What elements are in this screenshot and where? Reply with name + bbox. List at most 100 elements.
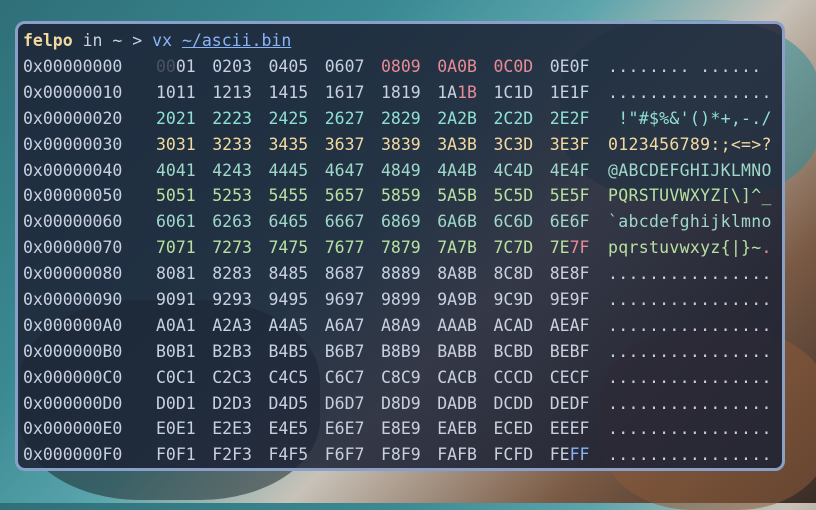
offset-address: 0x000000F0 <box>23 445 123 465</box>
hex-word: C8C9 <box>381 367 421 387</box>
hex-word: 4E4F <box>549 160 590 180</box>
offset-address: 0x00000060 <box>23 212 123 232</box>
prompt-command: vx <box>152 31 173 50</box>
hex-row: 0x00000030 3031 3233 3435 3637 3839 3A3B 3C3D 3E… <box>23 132 777 158</box>
file-path-link[interactable]: ~/ascii.bin <box>182 31 291 50</box>
terminal-window[interactable]: felpo in ~ > vx ~/ascii.bin 0x00000000 00… <box>15 21 785 471</box>
hex-bytes: 4041 4243 4445 4647 4849 4A4B 4C4D 4E4F <box>156 158 606 184</box>
hex-bytes: 3031 3233 3435 3637 3839 3A3B 3C3D 3E3F <box>156 132 606 158</box>
hex-word: B8B9 <box>381 341 421 361</box>
hex-bytes: 1011 1213 1415 1617 1819 1A1B 1C1D 1E1F <box>156 80 606 106</box>
hex-word: 8485 <box>268 264 309 284</box>
hex-word: C6C7 <box>324 367 365 387</box>
hex-word: A4A5 <box>268 315 309 335</box>
hex-word: 4C4D <box>493 160 534 180</box>
hex-word: BABB <box>437 341 477 361</box>
hex-word: C2C3 <box>212 367 252 387</box>
hex-word: 6667 <box>324 212 365 232</box>
hex-word: EAEB <box>437 419 477 439</box>
hex-row: 0x000000E0 E0E1 E2E3 E4E5 E6E7 E8E9 EAEB ECED EE… <box>23 416 777 442</box>
offset-address: 0x00000070 <box>23 238 123 258</box>
hex-word: DCDD <box>493 393 534 413</box>
hex-word: A2A3 <box>212 315 252 335</box>
hex-word: 1C1D <box>493 82 534 102</box>
hex-word: 6263 <box>212 212 252 232</box>
ascii-column: ................ <box>608 419 772 439</box>
hex-word: 7273 <box>212 238 252 258</box>
hex-word: 7071 <box>156 238 196 258</box>
hex-word: C0C1 <box>156 367 196 387</box>
hex-word: E2E3 <box>212 419 252 439</box>
hex-word: 9C9D <box>493 290 534 310</box>
ascii-column: PQRSTUVWXYZ[\]^_ <box>608 186 772 206</box>
hex-row: 0x00000010 1011 1213 1415 1617 1819 1A1B 1C1D 1E… <box>23 80 777 106</box>
hex-word: 8C8D <box>493 264 534 284</box>
prompt-arrow: > <box>132 31 143 50</box>
hex-word: 3031 <box>156 134 196 154</box>
hex-word: ECED <box>493 419 534 439</box>
hex-word: 9A9B <box>437 290 477 310</box>
hex-word: A8A9 <box>381 315 421 335</box>
hex-bytes: 9091 9293 9495 9697 9899 9A9B 9C9D 9E9F <box>156 287 606 313</box>
offset-address: 0x00000000 <box>23 57 123 76</box>
hex-word: F4F5 <box>268 445 309 465</box>
hex-word: 5051 <box>156 186 196 206</box>
hex-word: 4849 <box>381 160 421 180</box>
hex-word: 2A2B <box>437 108 477 128</box>
hex-word: 5455 <box>268 186 309 206</box>
hex-word: 2627 <box>324 108 365 128</box>
ascii-column: ................ <box>608 290 772 310</box>
hex-word: 6465 <box>268 212 309 232</box>
ascii-column: !"#$%&'()*+,-./ <box>618 108 772 128</box>
hex-row: 0x000000F0 F0F1 F2F3 F4F5 F6F7 F8F9 FAFB FCFD FE… <box>23 442 777 468</box>
offset-address: 0x000000C0 <box>23 367 123 387</box>
hex-word: 8A8B <box>437 264 477 284</box>
hex-word: 6C6D <box>493 212 534 232</box>
offset-address: 0x00000080 <box>23 264 123 284</box>
hex-bytes: E0E1 E2E3 E4E5 E6E7 E8E9 EAEB ECED EEEF <box>156 416 606 442</box>
hex-word: FCFD <box>493 445 534 465</box>
hex-word: 1617 <box>324 82 365 102</box>
hex-word: F2F3 <box>212 445 252 465</box>
prompt-dir: ~ <box>112 31 123 50</box>
hex-word: D4D5 <box>268 393 309 413</box>
ascii-column: ........ ...... <box>608 57 762 76</box>
hex-word: A0A1 <box>156 315 196 335</box>
hex-row: 0x00000020 2021 2223 2425 2627 2829 2A2B 2C2D 2E… <box>23 106 777 132</box>
hex-word: 3637 <box>324 134 365 154</box>
hex-word: DEDF <box>549 393 590 413</box>
hex-word: 0809 <box>381 57 421 76</box>
prompt-in: in <box>82 31 103 50</box>
hex-word: 9293 <box>212 290 252 310</box>
hex-word: 1415 <box>268 82 309 102</box>
offset-address: 0x000000A0 <box>23 315 123 335</box>
offset-address: 0x00000020 <box>23 108 123 128</box>
offset-address: 0x00000040 <box>23 160 123 180</box>
hex-word: 9899 <box>381 290 421 310</box>
hex-word: 9495 <box>268 290 309 310</box>
hex-word: 8081 <box>156 264 196 284</box>
ascii-column: ................ <box>608 341 772 361</box>
hex-bytes: C0C1 C2C3 C4C5 C6C7 C8C9 CACB CCCD CECF <box>156 365 606 391</box>
hex-word: CACB <box>437 367 477 387</box>
hex-word: 7C7D <box>493 238 534 258</box>
hex-word: 9091 <box>156 290 196 310</box>
hex-word: 1E1F <box>549 82 590 102</box>
hex-word: 9E9F <box>549 290 590 310</box>
offset-address: 0x00000010 <box>23 82 123 102</box>
hex-word: 2E2F <box>549 108 590 128</box>
hex-word: 5C5D <box>493 186 534 206</box>
hex-word: A6A7 <box>324 315 365 335</box>
hex-word: 3233 <box>212 134 252 154</box>
hex-bytes: 7071 7273 7475 7677 7879 7A7B 7C7D 7E7F <box>156 235 606 261</box>
hex-word: BCBD <box>493 341 534 361</box>
hex-word: 2829 <box>381 108 421 128</box>
hex-word: 5657 <box>324 186 365 206</box>
hex-word: C4C5 <box>268 367 309 387</box>
ascii-column: ................ <box>608 315 772 335</box>
hex-bytes: F0F1 F2F3 F4F5 F6F7 F8F9 FAFB FCFD FEFF <box>156 442 606 468</box>
hex-word: 0C0D <box>493 57 534 76</box>
hex-word: BEBF <box>549 341 590 361</box>
hex-word: 4243 <box>212 160 252 180</box>
hex-word: 7E7F <box>549 238 590 258</box>
